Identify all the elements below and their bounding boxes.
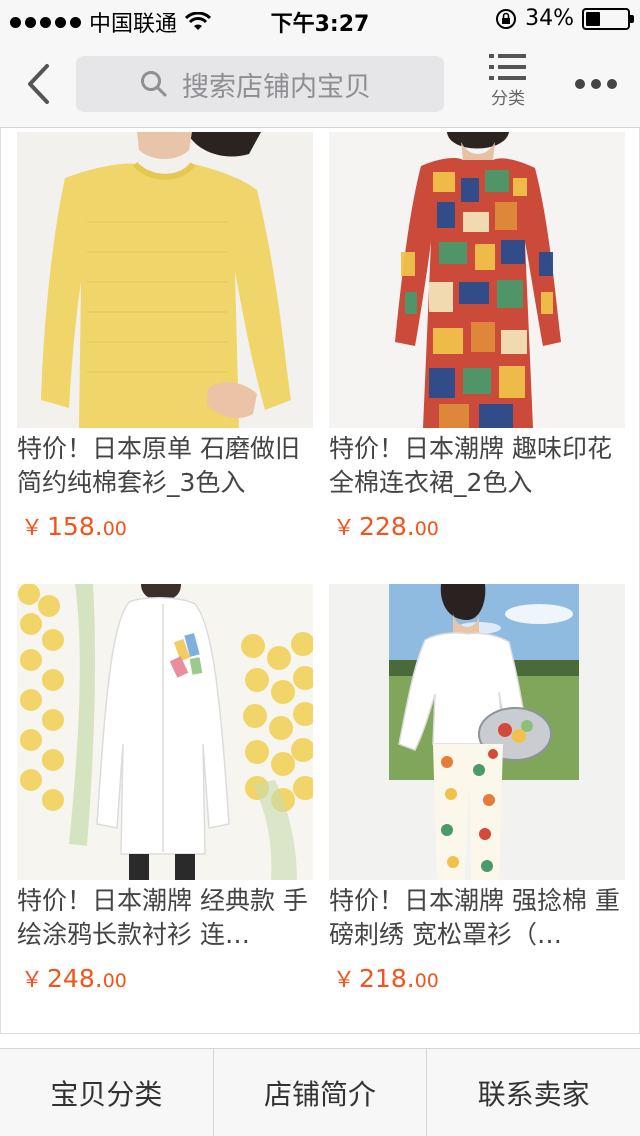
more-icon[interactable] <box>568 62 624 106</box>
tab-contact-seller[interactable]: 联系卖家 <box>427 1049 640 1136</box>
battery-fill <box>586 11 600 26</box>
product-price: ￥ 248. 00 <box>17 962 313 994</box>
product-card[interactable]: 特价！日本原单 石磨做旧 简约纯棉套衫_3色入 ￥ 158. 00 <box>17 132 313 542</box>
category-label: 分类 <box>491 89 525 109</box>
wifi-icon <box>185 12 212 30</box>
printed-dress-image <box>329 132 625 428</box>
price-decimal: 00 <box>414 970 439 992</box>
product-image-yellow-sweater[interactable] <box>17 132 313 428</box>
bottom-tab-bar: 宝贝分类 店铺简介 联系卖家 <box>0 1048 640 1136</box>
currency-symbol: ￥ <box>333 968 356 993</box>
product-card[interactable]: 特价！日本潮牌 趣味印花 全棉连衣裙_2色入 ￥ 228. 00 <box>329 132 625 542</box>
product-price: ￥ 218. 00 <box>329 962 625 994</box>
product-image-white-smock[interactable] <box>329 584 625 880</box>
list-icon <box>489 54 526 80</box>
battery-percent: 34% <box>525 6 574 31</box>
product-image-white-shirt[interactable] <box>17 584 313 880</box>
price-integer: 228. <box>359 512 415 541</box>
price-decimal: 00 <box>102 518 127 540</box>
price-integer: 248. <box>47 964 103 993</box>
carrier-name: 中国联通 <box>89 12 178 37</box>
price-integer: 218. <box>359 964 415 993</box>
status-left: 中国联通 <box>10 6 212 38</box>
back-button[interactable] <box>18 60 58 108</box>
status-bar: 中国联通 下午3:27 34% <box>0 0 640 40</box>
product-price: ￥ 158. 00 <box>17 510 313 542</box>
status-right: 34% <box>495 6 634 31</box>
product-grid: 特价！日本原单 石磨做旧 简约纯棉套衫_3色入 ￥ 158. 00 特价！日本潮… <box>0 128 640 1034</box>
product-title[interactable]: 特价！日本原单 石磨做旧 简约纯棉套衫_3色入 <box>17 432 313 500</box>
product-price: ￥ 228. 00 <box>329 510 625 542</box>
yellow-sweater-image <box>17 132 313 428</box>
search-placeholder: 搜索店铺内宝贝 <box>182 71 371 103</box>
product-image-printed-dress[interactable] <box>329 132 625 428</box>
product-title[interactable]: 特价！日本潮牌 强捻棉 重磅刺绣 宽松罩衫（… <box>329 884 625 952</box>
search-input[interactable]: 搜索店铺内宝贝 <box>76 56 444 112</box>
price-decimal: 00 <box>102 970 127 992</box>
search-icon <box>141 71 167 97</box>
signal-icon <box>10 16 81 28</box>
category-button[interactable]: 分类 <box>478 52 538 120</box>
price-integer: 158. <box>47 512 103 541</box>
rotation-lock-icon <box>496 8 517 29</box>
battery-icon <box>582 7 634 30</box>
white-smock-image <box>329 584 625 880</box>
currency-symbol: ￥ <box>21 516 44 541</box>
price-decimal: 00 <box>414 518 439 540</box>
currency-symbol: ￥ <box>333 516 356 541</box>
tab-item-categories[interactable]: 宝贝分类 <box>0 1049 214 1136</box>
nav-bar: 搜索店铺内宝贝 分类 <box>0 40 640 128</box>
product-card[interactable]: 特价！日本潮牌 强捻棉 重磅刺绣 宽松罩衫（… ￥ 218. 00 <box>329 584 625 994</box>
currency-symbol: ￥ <box>21 968 44 993</box>
tab-shop-intro[interactable]: 店铺简介 <box>214 1049 428 1136</box>
product-title[interactable]: 特价！日本潮牌 趣味印花 全棉连衣裙_2色入 <box>329 432 625 500</box>
product-card[interactable]: 特价！日本潮牌 经典款 手绘涂鸦长款衬衫 连… ￥ 248. 00 <box>17 584 313 994</box>
product-title[interactable]: 特价！日本潮牌 经典款 手绘涂鸦长款衬衫 连… <box>17 884 313 952</box>
white-long-shirt-image <box>17 584 313 880</box>
chevron-left-icon <box>28 64 49 104</box>
